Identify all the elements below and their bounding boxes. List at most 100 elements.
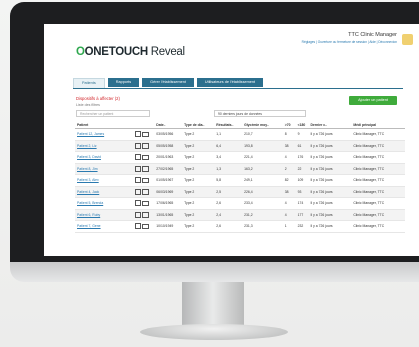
row-actions xyxy=(132,128,155,141)
dob-cell: 05/05/1958 xyxy=(154,140,183,152)
monitor-icon[interactable] xyxy=(141,177,149,183)
diabetes-type-cell: Type 2 xyxy=(182,163,215,175)
row-actions xyxy=(132,209,155,221)
diabetes-type-cell: Type 2 xyxy=(182,174,215,187)
monitor-icon[interactable] xyxy=(141,166,149,172)
tab-clinic-users[interactable]: Utilisateurs de l'établissement xyxy=(196,78,264,87)
patient-name-link[interactable]: Patient 3, Alex xyxy=(75,174,133,187)
monitor-icon[interactable] xyxy=(141,189,149,195)
tab-reports[interactable]: Rapports xyxy=(107,78,140,87)
monitor-icon[interactable] xyxy=(141,223,149,229)
below-70-cell: 82 xyxy=(282,174,296,187)
results-cell: 1,3 xyxy=(214,163,243,175)
col-results[interactable]: Résultats.. xyxy=(214,121,243,129)
monitor-icon[interactable] xyxy=(141,143,149,149)
last-contact-cell: Il y a 726 jours xyxy=(308,197,352,210)
patient-name-link[interactable]: Patient 8, Jim xyxy=(75,163,133,175)
report-icon[interactable] xyxy=(134,142,141,149)
diabetes-type-cell: Type 2 xyxy=(182,197,215,210)
above-180-cell: 174 xyxy=(295,197,309,210)
table-row[interactable]: Patient 8, Jim 27/02/1965 Type 2 1,3 163,2 2 2… xyxy=(75,163,405,175)
physician-cell: Clinic Manager, TTC xyxy=(351,209,405,221)
results-cell: 3,4 xyxy=(214,151,243,164)
table-row[interactable]: Patient 3, David 20/01/1963 Type 2 3,4 221,4… xyxy=(75,151,405,164)
patient-name-link[interactable]: Patient 2, Liz xyxy=(75,140,133,152)
filter-list-link[interactable]: Liste des filtres xyxy=(76,103,100,107)
col-above-180[interactable]: <180 xyxy=(295,121,309,129)
results-cell: 2,6 xyxy=(214,197,243,210)
user-menu: TTC Clinic Manager Réglages | Ouverture … xyxy=(302,32,397,44)
col-last-contact[interactable]: Dernier c.. xyxy=(308,121,352,129)
monitor-stand-base xyxy=(140,324,288,340)
report-icon[interactable] xyxy=(134,177,141,184)
below-70-cell: 2 xyxy=(282,163,296,175)
dob-cell: 17/06/1965 xyxy=(154,197,183,210)
results-cell: 6,4 xyxy=(214,140,243,152)
dob-cell: 20/01/1963 xyxy=(154,151,183,164)
patient-name-link[interactable]: Patient 6, Ruby xyxy=(75,209,133,221)
table-row[interactable]: Patient 5, Brenda 17/06/1965 Type 2 2,6 233,… xyxy=(75,197,405,210)
add-patient-button[interactable]: Ajouter un patient xyxy=(349,96,397,105)
table-row[interactable]: Patient 3, Alex 01/05/1967 Type 2 5,8 249,1 8… xyxy=(75,174,405,187)
avg-glucose-cell: 249,1 xyxy=(242,174,283,187)
above-180-cell: 93 xyxy=(295,186,309,198)
col-dob[interactable]: Date.. xyxy=(154,121,183,129)
physician-cell: Clinic Manager, TTC xyxy=(351,128,405,141)
report-icon[interactable] xyxy=(134,131,141,138)
table-row[interactable]: Patient 4, Jack 06/03/1969 Type 2 2,5 226,4 3… xyxy=(75,186,405,198)
avg-glucose-cell: 193,8 xyxy=(242,140,283,152)
report-icon[interactable] xyxy=(134,154,141,161)
patient-name-link[interactable]: Patient 3, David xyxy=(75,151,133,164)
patient-name-link[interactable]: Patient 4, Jack xyxy=(75,186,133,198)
diabetes-type-cell: Type 2 xyxy=(182,140,215,152)
report-icon[interactable] xyxy=(134,165,141,172)
patient-name-link[interactable]: Patient 7, Gene xyxy=(75,220,133,233)
table-row[interactable]: Patient 2, Liz 05/05/1958 Type 2 6,4 193,8 38… xyxy=(75,140,405,152)
patient-search-input[interactable]: Rechercher un patient xyxy=(76,110,150,117)
below-70-cell: 1 xyxy=(282,220,296,233)
monitor-icon[interactable] xyxy=(141,131,149,137)
below-70-cell: 38 xyxy=(282,140,296,152)
table-row[interactable]: Patient 7, Gene 10/10/1949 Type 2 2,6 231,3 1… xyxy=(75,220,405,233)
avg-glucose-cell: 210,7 xyxy=(242,128,283,141)
tab-manage-clinic[interactable]: Gérer l'établissement xyxy=(142,78,194,87)
table-row[interactable]: Patient 12, James 03/05/1956 Type 2 1,1 210,… xyxy=(75,128,405,141)
report-icon[interactable] xyxy=(134,188,141,195)
above-180-cell: 177 xyxy=(295,209,309,221)
monitor-icon[interactable] xyxy=(141,212,149,218)
monitor-icon[interactable] xyxy=(141,200,149,206)
user-name: TTC Clinic Manager xyxy=(348,32,397,38)
row-actions xyxy=(132,197,155,210)
below-70-cell: 4 xyxy=(282,209,296,221)
below-70-cell: 4 xyxy=(282,197,296,210)
report-icon[interactable] xyxy=(134,223,141,230)
table-row[interactable]: Patient 6, Ruby 13/01/1965 Type 2 2,4 231,2 4… xyxy=(75,209,405,221)
col-patient[interactable]: Patient xyxy=(75,121,133,129)
avg-glucose-cell: 231,3 xyxy=(242,220,283,233)
pending-devices-link[interactable]: Dispositifs à affecter (2) xyxy=(76,96,120,101)
above-180-cell: 22 xyxy=(295,163,309,175)
above-180-cell: 109 xyxy=(295,174,309,187)
patient-name-link[interactable]: Patient 12, James xyxy=(75,128,133,141)
col-diabetes-type[interactable]: Type de dia.. xyxy=(182,121,215,129)
monitor-icon[interactable] xyxy=(141,154,149,160)
report-icon[interactable] xyxy=(134,211,141,218)
header-links[interactable]: Réglages | Ouverture ou fermeture de ses… xyxy=(302,40,397,44)
last-contact-cell: Il y a 726 jours xyxy=(308,209,352,221)
diabetes-type-cell: Type 2 xyxy=(182,128,215,141)
row-actions xyxy=(132,163,155,175)
last-contact-cell: Il y a 726 jours xyxy=(308,220,352,233)
report-icon[interactable] xyxy=(134,200,141,207)
user-avatar-icon[interactable] xyxy=(402,34,413,45)
patient-name-link[interactable]: Patient 5, Brenda xyxy=(75,197,133,210)
last-contact-cell: Il y a 726 jours xyxy=(308,163,352,175)
diabetes-type-cell: Type 2 xyxy=(182,209,215,221)
last-contact-cell: Il y a 726 jours xyxy=(308,128,352,141)
dob-cell: 10/10/1949 xyxy=(154,220,183,233)
physician-cell: Clinic Manager, TTC xyxy=(351,140,405,152)
date-range-select[interactable]: 90 derniers jours de données xyxy=(214,110,306,117)
col-avg-glucose[interactable]: Glycémie moy.. xyxy=(242,121,283,129)
col-physician[interactable]: Médi principal xyxy=(351,121,405,129)
table-header-row: Patient Date.. Type de dia.. Résultats..… xyxy=(75,121,405,129)
col-below-70[interactable]: >70 xyxy=(282,121,296,129)
